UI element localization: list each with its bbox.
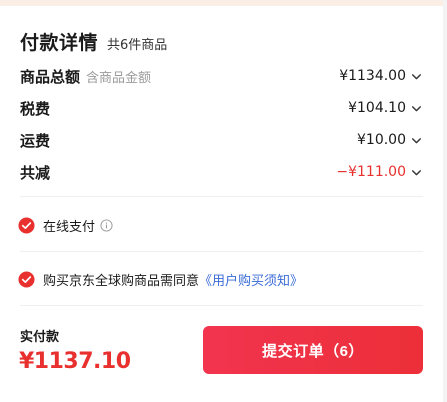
top-strip	[0, 0, 447, 6]
submit-order-button[interactable]: 提交订单（6）	[203, 326, 423, 374]
info-icon[interactable]	[100, 219, 113, 232]
chevron-down-icon	[412, 73, 421, 79]
fee-value: ¥104.10	[348, 100, 406, 116]
fee-row-tax: 税费 ¥104.10	[20, 96, 423, 120]
fee-expand-shipping[interactable]: ¥10.00	[357, 132, 423, 148]
item-count: 共6件商品	[107, 38, 168, 53]
fee-label: 税费	[20, 99, 51, 118]
right-edge	[443, 0, 447, 402]
chevron-down-icon	[412, 105, 421, 111]
fee-expand-discount[interactable]: −¥111.00	[336, 164, 423, 180]
divider	[20, 251, 423, 252]
fee-expand-tax[interactable]: ¥104.10	[348, 100, 423, 116]
total-amount: ¥1137.10	[19, 349, 131, 374]
fee-sublabel: 含商品金额	[86, 70, 152, 86]
fee-value: ¥10.00	[357, 132, 406, 148]
fee-value: ¥1134.00	[339, 68, 406, 84]
total-label: 实付款	[20, 330, 60, 345]
agreement-row[interactable]: 购买京东全球购商品需同意 《用户购买须知》	[18, 270, 303, 289]
fee-label: 运费	[20, 131, 51, 150]
check-circle-icon[interactable]	[18, 217, 35, 234]
check-circle-icon[interactable]	[18, 271, 35, 288]
divider	[20, 305, 423, 306]
payment-method-row[interactable]: 在线支付	[18, 216, 113, 235]
fee-label: 共减	[20, 163, 51, 182]
discount-value: −¥111.00	[336, 164, 406, 180]
payment-method-label: 在线支付	[43, 220, 96, 235]
chevron-down-icon	[412, 137, 421, 143]
chevron-down-icon	[412, 169, 421, 175]
agreement-text: 购买京东全球购商品需同意	[43, 274, 200, 289]
fee-label: 商品总额	[20, 67, 81, 86]
fee-row-goods-total: 商品总额 含商品金额 ¥1134.00	[20, 64, 423, 88]
agreement-link[interactable]: 《用户购买须知》	[199, 270, 303, 289]
fee-expand-goods-total[interactable]: ¥1134.00	[339, 68, 423, 84]
fee-row-shipping: 运费 ¥10.00	[20, 128, 423, 152]
payment-details-header: 付款详情 共6件商品	[20, 28, 167, 55]
divider	[20, 196, 423, 197]
page-title: 付款详情	[20, 32, 99, 54]
payment-details-panel: 付款详情 共6件商品 商品总额 含商品金额 ¥1134.00 税费 ¥104.1…	[0, 0, 447, 402]
fee-row-discount: 共减 −¥111.00	[20, 160, 423, 184]
